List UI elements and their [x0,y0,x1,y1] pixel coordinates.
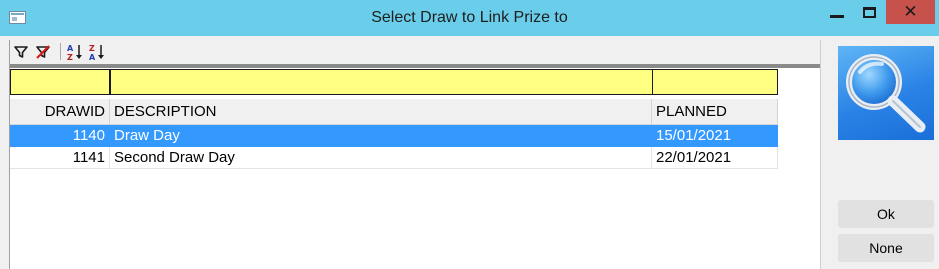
cell-description: Draw Day [110,125,652,147]
filter-cell-drawid[interactable] [10,69,110,95]
sort-descending-icon[interactable]: Z A [88,43,106,61]
column-header-planned[interactable]: PLANNED [652,99,778,125]
minimize-button[interactable] [820,0,853,24]
table-row[interactable]: 1141 Second Draw Day 22/01/2021 [10,147,778,169]
draw-grid-panel: A Z Z A DRAWID DESCRIPTION PLANNED 1140 … [9,40,821,269]
column-header-description[interactable]: DESCRIPTION [110,99,652,125]
close-button[interactable]: ✕ [886,0,935,24]
ok-button[interactable]: Ok [838,200,934,228]
clear-filter-icon[interactable] [34,43,52,61]
svg-text:A: A [89,53,96,61]
title-bar[interactable]: Select Draw to Link Prize to ✕ [0,0,939,36]
column-header-drawid[interactable]: DRAWID [10,99,110,125]
svg-text:A: A [67,44,74,53]
dialog-window: Select Draw to Link Prize to ✕ A Z Z A D… [0,0,939,269]
cell-drawid: 1140 [10,125,110,147]
cell-description: Second Draw Day [110,147,652,169]
maximize-icon [863,6,876,18]
toolbar-separator [60,43,61,60]
svg-text:Z: Z [67,53,73,61]
close-icon: ✕ [903,2,918,22]
maximize-button[interactable] [853,0,886,24]
table-row[interactable]: 1140 Draw Day 15/01/2021 [10,125,778,147]
sort-ascending-icon[interactable]: A Z [66,43,84,61]
cell-planned: 22/01/2021 [652,147,778,169]
none-button[interactable]: None [838,234,934,262]
filter-cell-description[interactable] [110,69,653,95]
panel-divider[interactable] [820,40,827,269]
minimize-icon [829,14,844,18]
grid-toolbar: A Z Z A [10,40,821,64]
magnifier-icon [838,46,934,140]
filter-icon[interactable] [12,43,30,61]
grid-top-border [10,64,821,68]
filter-row [10,69,778,95]
cell-drawid: 1141 [10,147,110,169]
cell-planned: 15/01/2021 [652,125,778,147]
filter-cell-planned[interactable] [652,69,778,95]
svg-text:Z: Z [89,44,95,53]
window-title: Select Draw to Link Prize to [371,9,568,26]
grid-header-row: DRAWID DESCRIPTION PLANNED [10,99,778,125]
